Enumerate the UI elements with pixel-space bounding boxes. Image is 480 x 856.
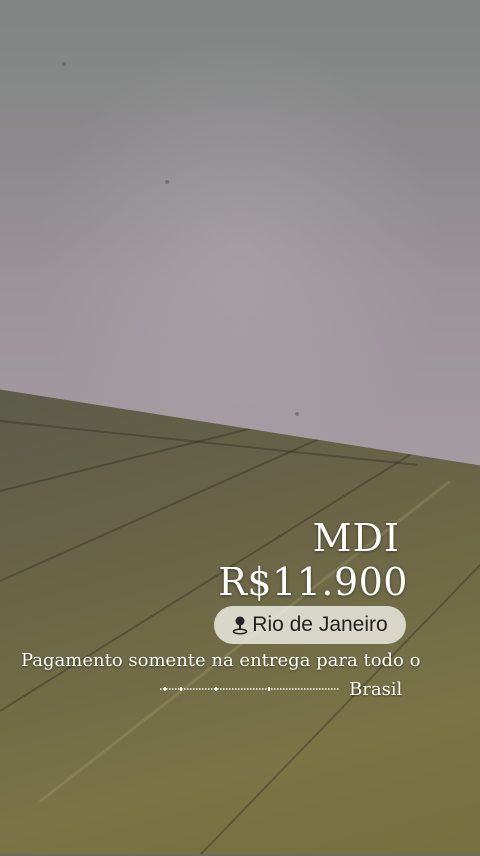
location-label: Rio de Janeiro	[252, 613, 388, 636]
caption-line-2: Brasil	[349, 679, 403, 700]
post-overlay: MDI R$11.900 Rio de Janeiro Pagamento so…	[0, 0, 480, 854]
post-price: R$11.900	[218, 560, 408, 604]
location-tag[interactable]: Rio de Janeiro	[214, 606, 406, 644]
map-pin-icon	[233, 616, 248, 635]
decorative-divider	[160, 687, 340, 691]
caption-line-1: Pagamento somente na entrega para todo o	[21, 650, 421, 671]
post-title: MDI	[312, 516, 400, 560]
